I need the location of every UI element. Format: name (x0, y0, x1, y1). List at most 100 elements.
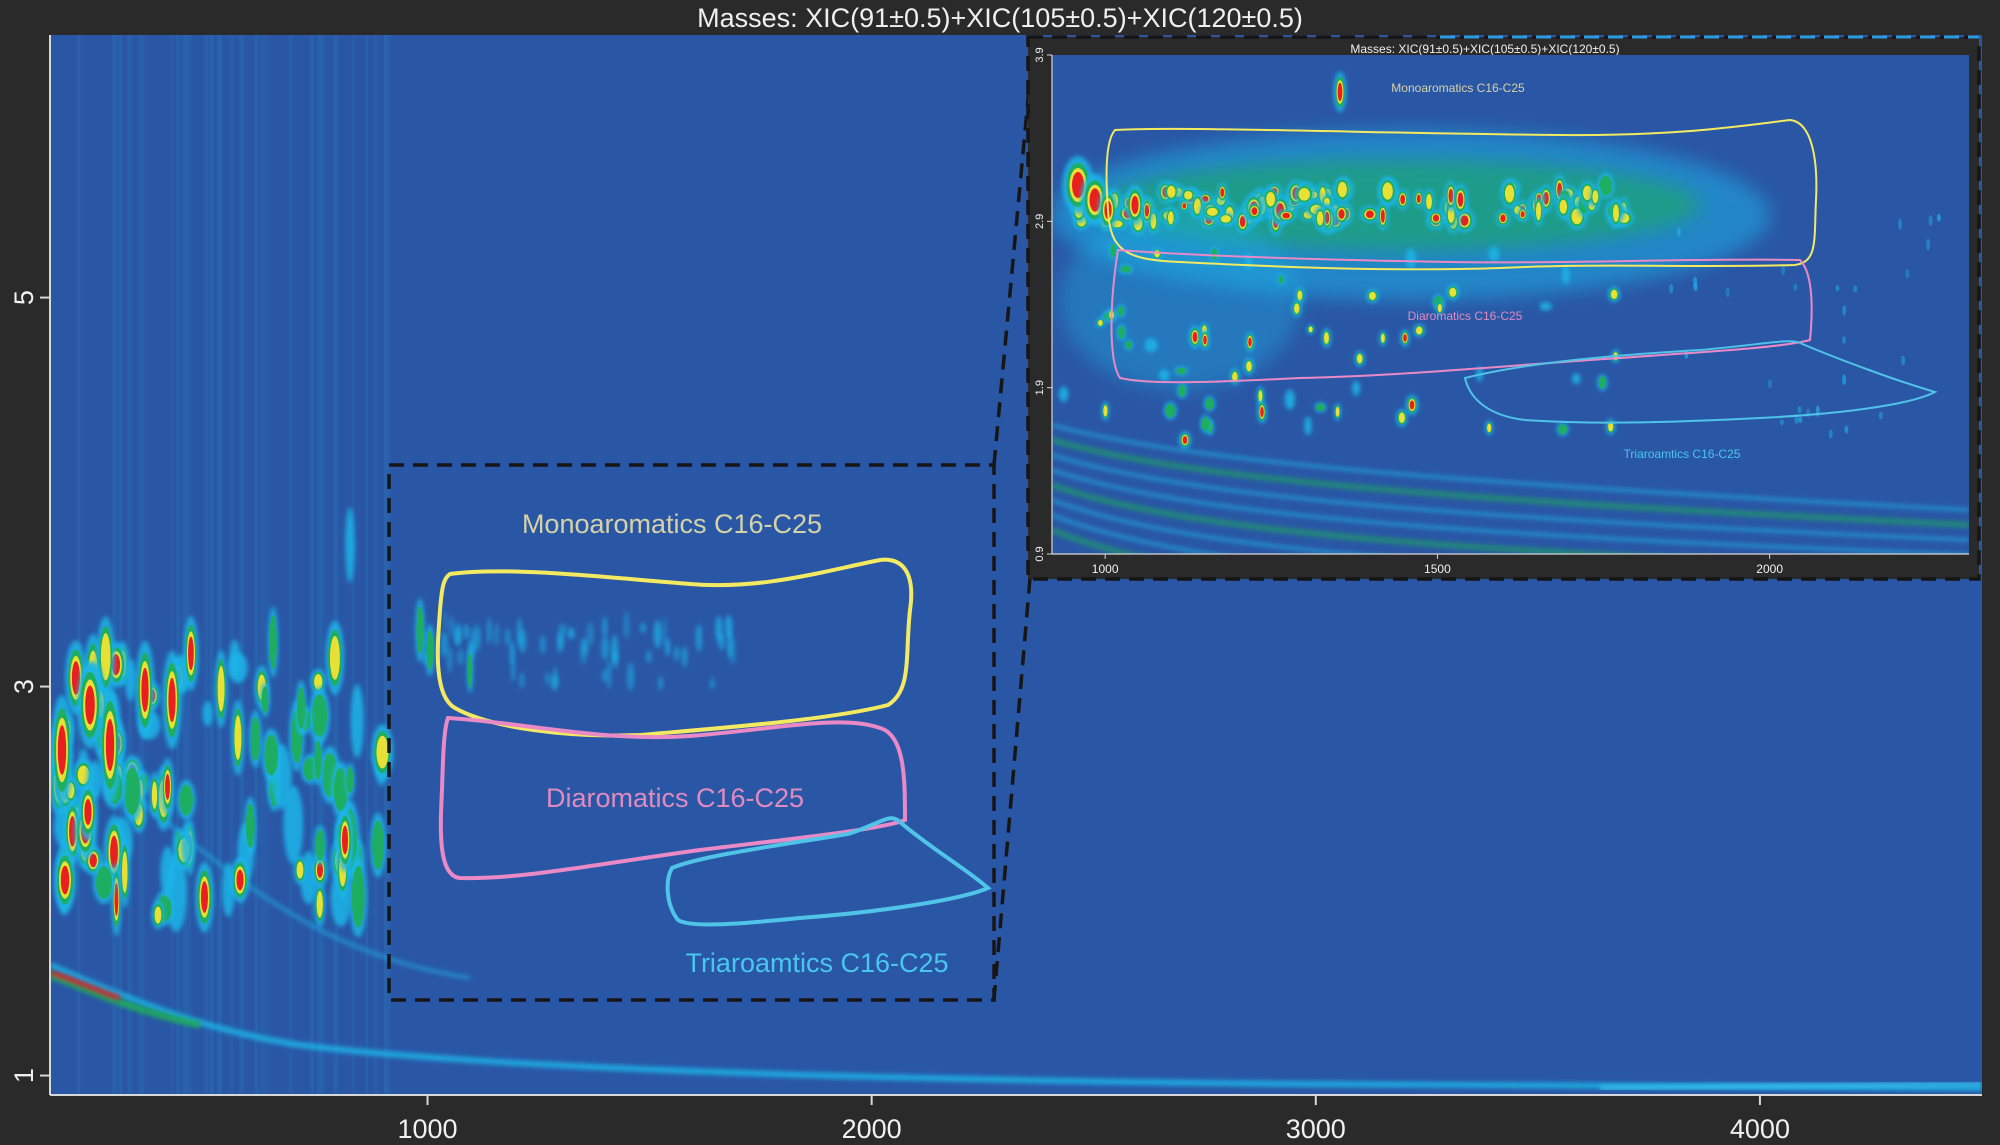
inset-heat-peak (1610, 198, 1622, 229)
heat-peak (567, 627, 575, 640)
heat-peak (443, 611, 448, 632)
inset-heat-peak (1725, 287, 1730, 298)
inset-heat-peak (1203, 396, 1216, 412)
inset-heat-peak (1928, 215, 1933, 227)
heat-peak (337, 808, 353, 872)
inset-heat-peak (1243, 357, 1255, 375)
streak-mark (309, 35, 314, 1095)
heat-peak (602, 669, 608, 683)
inset-heat-peak (1797, 406, 1802, 414)
inset-heat-peak (1413, 189, 1424, 209)
streak-mark (383, 35, 387, 1095)
x-tick-label: 4000 (1730, 1114, 1790, 1144)
x-tick-label: 3000 (1286, 1114, 1346, 1144)
inset-heat-peak (1306, 324, 1315, 335)
inset-diaromatics-label: Diaromatics C16-C25 (1408, 309, 1523, 323)
inset-heat-peak (1533, 195, 1544, 227)
heat-peak (626, 661, 635, 691)
y-tick-label: 1 (9, 1068, 39, 1083)
heat-peak (181, 821, 193, 868)
inset-heat-peak (1151, 247, 1163, 260)
streak-mark (229, 35, 234, 1095)
inset-heat-peak (1101, 401, 1110, 421)
inset-heat-peak (1485, 420, 1493, 436)
heat-peak (135, 640, 155, 740)
heat-peak (612, 650, 618, 669)
heat-peak (562, 623, 567, 634)
heat-peak (519, 672, 525, 689)
streak-mark (118, 35, 122, 1095)
inset-heat-peak (1178, 431, 1192, 449)
streak-mark (176, 35, 180, 1095)
streak-mark (319, 35, 326, 1095)
inset-heat-peak (1377, 176, 1398, 206)
streak-mark (254, 35, 259, 1095)
inset-heat-peak (1853, 285, 1858, 293)
streak-mark (218, 35, 222, 1095)
inset-heat-peak (1898, 218, 1903, 230)
inset-heat-peak (1844, 425, 1849, 434)
inset-heat-peak (1314, 206, 1327, 231)
inset-heat-peak (1174, 366, 1189, 376)
inset-heat-peak (1828, 429, 1833, 439)
inset-heat-peak (1314, 402, 1327, 413)
heat-peak (715, 616, 723, 642)
heat-peak (267, 606, 279, 678)
inset-heat-peak (1396, 408, 1408, 427)
streak-mark (77, 35, 81, 1095)
heat-peak (440, 631, 449, 658)
heat-peak (550, 674, 559, 691)
inset-heat-peak (1405, 248, 1417, 269)
heat-peak (601, 635, 609, 661)
inset-heat-peak (1333, 176, 1351, 203)
heat-peak (447, 646, 453, 673)
heat-peak (325, 620, 345, 696)
inset-title: Masses: XIC(91±0.5)+XIC(105±0.5)+XIC(120… (1350, 42, 1619, 56)
streak-mark (179, 35, 182, 1095)
inset-heat-peak (1842, 374, 1847, 386)
inset-heat-peak (1798, 416, 1803, 423)
heat-peak (78, 783, 98, 841)
inset-heat-peak (1842, 305, 1847, 317)
inset-heat-peak (1878, 411, 1883, 420)
heat-peak (727, 630, 733, 660)
heat-peak (162, 650, 182, 750)
streak-mark (127, 35, 133, 1095)
inset-heat-peak (1188, 325, 1202, 349)
heat-peak (463, 624, 470, 640)
inset-heat-peak (1058, 386, 1069, 402)
inset-heat-peak (1452, 183, 1469, 216)
inset-heat-peak (1291, 299, 1302, 318)
inset-heat-peak (1116, 323, 1127, 341)
inset-heat-peak (1202, 204, 1223, 219)
inset-y-tick-label: 3.9 (1034, 47, 1046, 62)
heat-peak (161, 757, 174, 816)
streak-mark (288, 35, 294, 1095)
heat-peak (149, 771, 160, 819)
inset-heat-peak (1607, 286, 1621, 303)
heat-peak (345, 507, 355, 583)
heat-peak (545, 672, 551, 685)
inset-haze (1060, 210, 1300, 390)
inset-heat-peak (1257, 400, 1267, 424)
heat-peak (202, 700, 213, 727)
heat-peak (160, 846, 176, 898)
inset-heat-peak (1500, 178, 1519, 209)
heat-peak (230, 856, 250, 904)
inset-heat-peak (1842, 336, 1847, 344)
heat-peak (623, 611, 630, 639)
heat-peak (345, 762, 355, 798)
heat-peak (92, 861, 116, 905)
heat-peak (227, 652, 248, 684)
inset-heat-peak (1366, 289, 1379, 303)
inset-heat-peak (1277, 274, 1285, 285)
inset-heat-peak (1109, 241, 1117, 260)
inset-heat-peak (1351, 380, 1361, 396)
heat-peak (283, 785, 304, 865)
inset-monoaromatics-label: Monoaromatics C16-C25 (1391, 81, 1525, 95)
inset-heat-peak (1413, 323, 1426, 338)
inset-heat-peak (1936, 213, 1941, 222)
heat-peak (449, 616, 454, 638)
inset-heat-peak (1405, 394, 1419, 416)
heat-peak (504, 628, 512, 646)
